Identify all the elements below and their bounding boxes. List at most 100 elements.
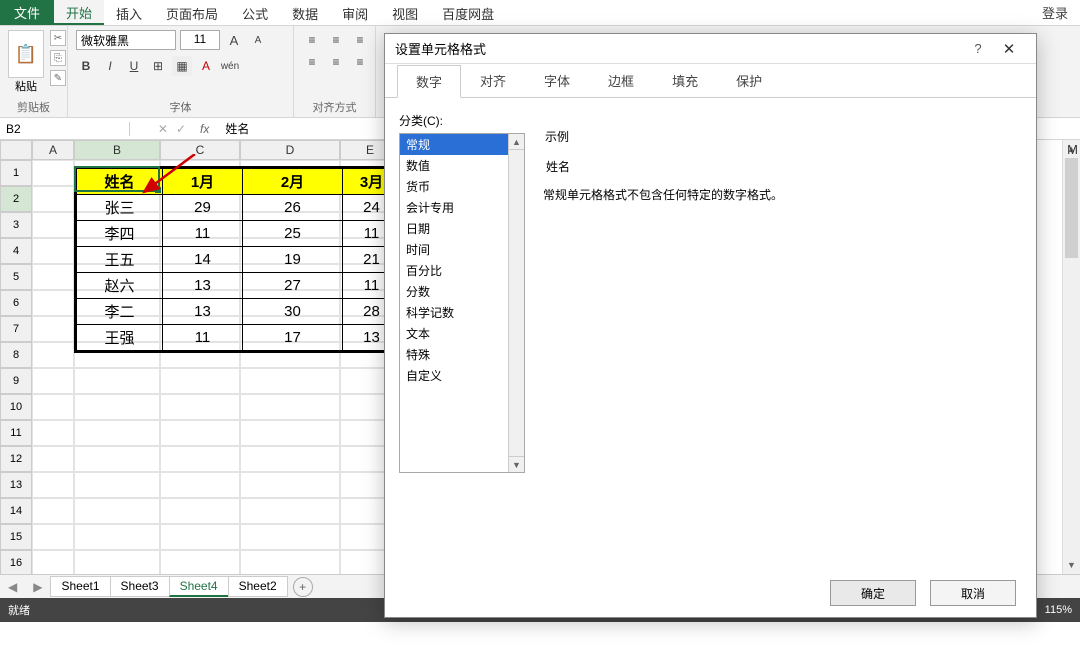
cell[interactable]: [160, 550, 240, 574]
add-sheet-button[interactable]: +: [293, 577, 313, 597]
cell[interactable]: [240, 524, 340, 550]
table-cell[interactable]: 李四: [77, 221, 163, 247]
cell[interactable]: [32, 186, 74, 212]
cell[interactable]: [32, 212, 74, 238]
dialog-tab[interactable]: 填充: [653, 64, 717, 97]
scroll-down-icon[interactable]: ▼: [1063, 556, 1080, 574]
cell[interactable]: [74, 524, 160, 550]
table-cell[interactable]: 李二: [77, 299, 163, 325]
column-header[interactable]: B: [74, 140, 160, 160]
menu-tab-5[interactable]: 审阅: [330, 0, 380, 25]
cell[interactable]: [32, 238, 74, 264]
menu-tab-2[interactable]: 页面布局: [154, 0, 230, 25]
category-item[interactable]: 文本: [400, 323, 524, 344]
category-scrollbar[interactable]: ▲ ▼: [508, 134, 524, 472]
table-cell[interactable]: 19: [243, 247, 343, 273]
cell[interactable]: [32, 368, 74, 394]
row-header[interactable]: 3: [0, 212, 32, 238]
scroll-up-icon[interactable]: ▲: [509, 134, 524, 150]
dialog-help-icon[interactable]: ?: [964, 41, 992, 56]
cell[interactable]: [32, 160, 74, 186]
confirm-formula-icon[interactable]: ✓: [172, 122, 190, 136]
cell[interactable]: [32, 498, 74, 524]
table-cell[interactable]: 29: [163, 195, 243, 221]
login-link[interactable]: 登录: [1030, 0, 1080, 25]
cell[interactable]: [160, 524, 240, 550]
font-size-select[interactable]: 11: [180, 30, 220, 50]
row-header[interactable]: 8: [0, 342, 32, 368]
sheet-tab[interactable]: Sheet2: [228, 576, 288, 597]
cell[interactable]: [32, 394, 74, 420]
font-color-button[interactable]: A: [196, 56, 216, 76]
cell[interactable]: [32, 342, 74, 368]
cell[interactable]: [32, 550, 74, 574]
cell[interactable]: [32, 524, 74, 550]
table-cell[interactable]: 赵六: [77, 273, 163, 299]
category-item[interactable]: 常规: [400, 134, 524, 155]
bold-button[interactable]: B: [76, 56, 96, 76]
table-cell[interactable]: 王强: [77, 325, 163, 351]
table-cell[interactable]: 25: [243, 221, 343, 247]
menu-tab-0[interactable]: 开始: [54, 0, 104, 25]
category-item[interactable]: 数值: [400, 155, 524, 176]
category-item[interactable]: 科学记数: [400, 302, 524, 323]
row-header[interactable]: 13: [0, 472, 32, 498]
dialog-tab[interactable]: 边框: [589, 64, 653, 97]
align-bottom-icon[interactable]: ≡: [350, 30, 370, 50]
category-item[interactable]: 特殊: [400, 344, 524, 365]
cell[interactable]: [74, 498, 160, 524]
table-cell[interactable]: 27: [243, 273, 343, 299]
cell[interactable]: [74, 550, 160, 574]
row-header[interactable]: 9: [0, 368, 32, 394]
table-cell[interactable]: 13: [163, 299, 243, 325]
paste-button[interactable]: 📋: [8, 30, 44, 78]
column-header[interactable]: C: [160, 140, 240, 160]
category-list[interactable]: 常规数值货币会计专用日期时间百分比分数科学记数文本特殊自定义 ▲ ▼: [399, 133, 525, 473]
cell[interactable]: [240, 446, 340, 472]
sheet-tab[interactable]: Sheet3: [110, 576, 170, 597]
menu-tab-7[interactable]: 百度网盘: [430, 0, 506, 25]
sheet-tab[interactable]: Sheet1: [50, 576, 110, 597]
cell[interactable]: [32, 290, 74, 316]
menu-tab-6[interactable]: 视图: [380, 0, 430, 25]
cell[interactable]: [240, 394, 340, 420]
decrease-font-icon[interactable]: A: [248, 30, 268, 50]
scroll-thumb[interactable]: [1065, 158, 1078, 258]
table-cell[interactable]: 17: [243, 325, 343, 351]
increase-font-icon[interactable]: A: [224, 30, 244, 50]
category-item[interactable]: 会计专用: [400, 197, 524, 218]
category-item[interactable]: 百分比: [400, 260, 524, 281]
ok-button[interactable]: 确定: [830, 580, 916, 606]
cut-icon[interactable]: ✂: [50, 30, 66, 46]
category-item[interactable]: 货币: [400, 176, 524, 197]
row-header[interactable]: 2: [0, 186, 32, 212]
dialog-titlebar[interactable]: 设置单元格格式 ? ✕: [385, 34, 1036, 64]
table-cell[interactable]: 11: [163, 221, 243, 247]
border-button[interactable]: ⊞: [148, 56, 168, 76]
sheet-nav-prev[interactable]: ◀: [0, 580, 25, 594]
align-center-icon[interactable]: ≡: [326, 52, 346, 72]
cell[interactable]: [240, 550, 340, 574]
row-header[interactable]: 12: [0, 446, 32, 472]
table-cell[interactable]: 11: [163, 325, 243, 351]
row-header[interactable]: 6: [0, 290, 32, 316]
font-name-select[interactable]: 微软雅黑: [76, 30, 176, 50]
name-box[interactable]: B2: [0, 122, 130, 136]
italic-button[interactable]: I: [100, 56, 120, 76]
dialog-tab[interactable]: 对齐: [461, 64, 525, 97]
sheet-tab[interactable]: Sheet4: [169, 576, 229, 597]
table-cell[interactable]: 王五: [77, 247, 163, 273]
row-header[interactable]: 10: [0, 394, 32, 420]
cancel-formula-icon[interactable]: ✕: [154, 122, 172, 136]
zoom-level[interactable]: 115%: [1045, 604, 1072, 616]
cell[interactable]: [240, 498, 340, 524]
sheet-nav-next[interactable]: ▶: [25, 580, 50, 594]
table-header[interactable]: 1月: [163, 169, 243, 195]
formula-value[interactable]: 姓名: [219, 120, 255, 137]
align-middle-icon[interactable]: ≡: [326, 30, 346, 50]
category-item[interactable]: 时间: [400, 239, 524, 260]
cell[interactable]: [74, 368, 160, 394]
vertical-scrollbar[interactable]: ▲ ▼: [1062, 140, 1080, 574]
menu-tab-3[interactable]: 公式: [230, 0, 280, 25]
row-header[interactable]: 4: [0, 238, 32, 264]
